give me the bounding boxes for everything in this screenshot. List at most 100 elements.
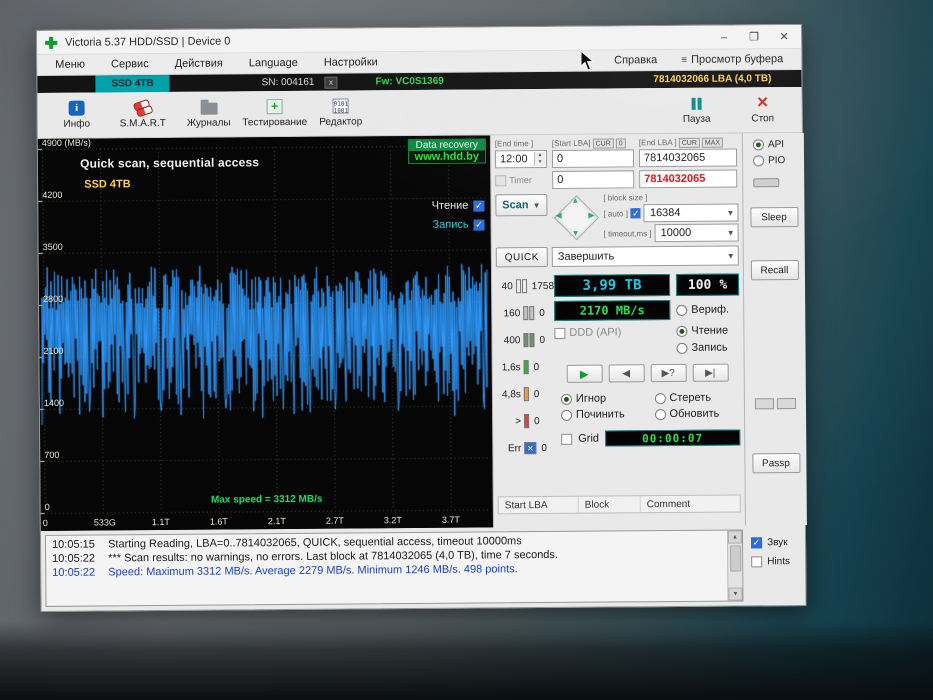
latency-chip xyxy=(523,306,528,320)
end-cur-button[interactable]: CUR xyxy=(679,137,700,147)
close-button[interactable]: ✕ xyxy=(769,27,799,47)
counter-4800ms: 4,8s 0 xyxy=(497,383,555,405)
menu-language[interactable]: Language xyxy=(249,57,298,69)
y-tick-label: 3500 xyxy=(43,242,63,252)
transport-controls: ▶ ◀ ▶? ▶| xyxy=(555,363,740,382)
pio-radio[interactable]: PIO xyxy=(753,155,785,166)
small-toggle-1[interactable] xyxy=(755,398,774,409)
x-tick-label: 2.1T xyxy=(268,516,286,526)
menu-settings[interactable]: Настройки xyxy=(324,56,378,68)
latency-chip xyxy=(522,279,527,293)
start-zero-button[interactable]: 0 xyxy=(616,138,626,148)
start-scan-button[interactable]: ▶ xyxy=(566,365,602,383)
info-close-icon[interactable]: x xyxy=(324,76,337,88)
x-tick-label: 0 xyxy=(43,518,48,528)
nav-down-icon[interactable]: ▼ xyxy=(572,229,580,238)
smart-tab-button[interactable]: S.M.A.R.T xyxy=(110,94,176,136)
timeout-select[interactable]: 10000▼ xyxy=(655,223,739,242)
jump-button[interactable]: ▶? xyxy=(650,364,686,382)
menu-service[interactable]: Сервис xyxy=(111,58,149,70)
start-cur-button[interactable]: CUR xyxy=(593,138,614,148)
grid-checkbox[interactable] xyxy=(561,433,572,444)
logs-tab-button[interactable]: Журналы xyxy=(176,93,242,135)
spinner-arrows[interactable]: ▲ ▼ xyxy=(534,152,545,166)
device-model-chip[interactable]: SSD 4TB xyxy=(95,75,169,93)
scrollbar-thumb[interactable] xyxy=(730,545,741,571)
sound-option[interactable]: Звук xyxy=(751,537,805,548)
col-start-lba[interactable]: Start LBA xyxy=(499,497,579,514)
ddd-checkbox[interactable] xyxy=(554,327,565,338)
after-scan-select[interactable]: Завершить▼ xyxy=(552,245,739,266)
nav-left-icon[interactable]: ◀ xyxy=(555,211,561,220)
latency-counters: 40 1758 160 0 400 0 1,6 xyxy=(496,273,556,496)
latency-chip xyxy=(524,387,529,401)
hints-option[interactable]: Hints xyxy=(751,556,805,567)
action-radio-erase[interactable]: Стереть xyxy=(654,391,740,404)
pause-button[interactable]: Пауза xyxy=(663,90,729,132)
auto-checkbox[interactable] xyxy=(631,208,641,218)
speed-graph: 4900 (MB/s)420035002800210014007000 0533… xyxy=(38,135,493,531)
hints-checkbox[interactable] xyxy=(751,556,762,567)
current-speed-display: 2170 MB/s xyxy=(554,300,670,321)
toolbar: i Инфо S.M.A.R.T Журналы + Тестирование … xyxy=(37,87,801,139)
info-tab-button[interactable]: i Инфо xyxy=(44,94,110,136)
scroll-down-icon[interactable]: ▼ xyxy=(728,587,742,600)
end-time-input[interactable]: 12:00 ▲▼ xyxy=(495,150,547,168)
to-end-button[interactable]: ▶| xyxy=(692,364,728,382)
menu-main[interactable]: Меню xyxy=(55,59,85,71)
scroll-up-icon[interactable]: ▲ xyxy=(728,530,742,543)
editor-tab-button[interactable]: 01011001 Редактор xyxy=(308,92,374,134)
maximize-button[interactable]: ❒ xyxy=(739,27,769,47)
mode-radio-read[interactable]: Чтение xyxy=(676,323,739,337)
legend-read[interactable]: Чтение xyxy=(432,199,485,211)
navigation-pad[interactable]: ▲ ▼ ◀ ▶ xyxy=(551,194,599,240)
end-max-button[interactable]: MAX xyxy=(702,137,723,147)
action-radio-ignore[interactable]: Игнор xyxy=(561,392,647,405)
timer-checkbox[interactable] xyxy=(495,175,506,186)
counter-400ms: 400 0 xyxy=(496,329,554,351)
read-checkbox[interactable] xyxy=(473,200,484,211)
victoria-window: Victoria 5.37 HDD/SSD | Device 0 – ❒ ✕ М… xyxy=(36,24,807,612)
write-checkbox[interactable] xyxy=(473,219,484,230)
counter-40ms: 40 1758 xyxy=(496,275,554,297)
action-radio-remap[interactable]: Починить xyxy=(561,408,647,421)
nav-right-icon[interactable]: ▶ xyxy=(588,211,594,220)
action-radio-refresh[interactable]: Обновить xyxy=(654,407,740,420)
menu-actions[interactable]: Действия xyxy=(175,58,223,70)
menu-buffer-view[interactable]: ≡Просмотр буфера xyxy=(681,53,783,66)
log-scrollbar[interactable]: ▲ ▼ xyxy=(727,530,743,600)
latency-chip xyxy=(524,414,529,428)
sound-checkbox[interactable] xyxy=(751,537,762,548)
scan-mode-button[interactable]: Scan▼ xyxy=(495,194,547,216)
minimize-button[interactable]: – xyxy=(709,27,739,47)
test-icon: + xyxy=(267,99,283,114)
grid-and-timer: Grid 00:00:07 xyxy=(555,429,740,446)
quick-button[interactable]: QUICK xyxy=(496,247,548,267)
mode-radio-write[interactable]: Запись xyxy=(676,341,739,353)
recall-button[interactable]: Recall xyxy=(750,260,798,280)
small-toggle-2[interactable] xyxy=(777,398,796,409)
legend-write[interactable]: Запись xyxy=(432,218,484,230)
chevron-down-icon: ▼ xyxy=(726,208,734,217)
mode-radio-verify[interactable]: Вериф. xyxy=(676,299,739,319)
step-back-button[interactable]: ◀ xyxy=(608,364,644,382)
y-tick-label: 2100 xyxy=(43,346,63,356)
timer-value-input[interactable]: 0 xyxy=(552,170,634,189)
ddd-api-option[interactable]: DDD (API) xyxy=(554,326,670,339)
col-block[interactable]: Block xyxy=(579,496,641,512)
col-comment[interactable]: Comment xyxy=(641,495,740,512)
chevron-down-icon: ▼ xyxy=(727,251,735,260)
block-size-select[interactable]: 16384▼ xyxy=(644,203,739,222)
menu-help[interactable]: Справка xyxy=(614,54,657,66)
nav-up-icon[interactable]: ▲ xyxy=(571,196,579,205)
api-radio[interactable]: API xyxy=(753,139,784,150)
start-lba-input[interactable]: 0 xyxy=(552,149,634,168)
radio-icon xyxy=(676,342,687,353)
end-lba-input[interactable]: 7814032065 xyxy=(639,148,737,167)
x-tick-label: 1.6T xyxy=(210,517,228,527)
sleep-button[interactable]: Sleep xyxy=(750,207,798,227)
desk-surface xyxy=(0,622,933,700)
stop-button[interactable]: ✕ Стоп xyxy=(729,89,795,131)
passport-button[interactable]: Passp xyxy=(752,453,800,473)
test-tab-button[interactable]: + Тестирование xyxy=(242,93,308,135)
